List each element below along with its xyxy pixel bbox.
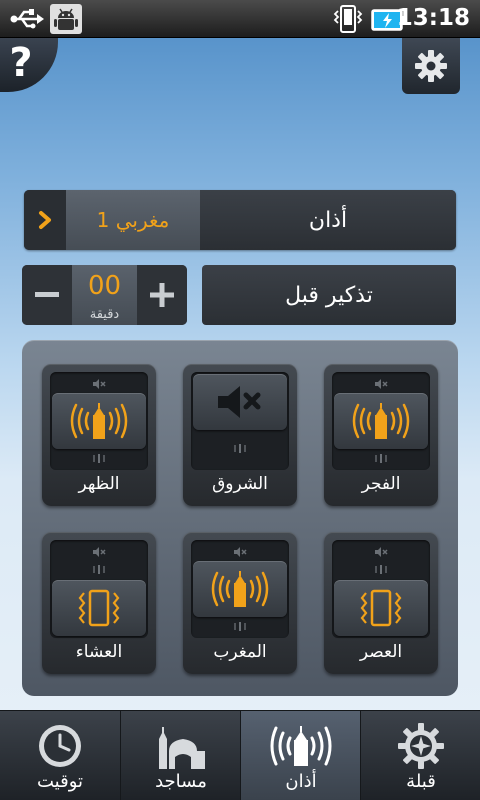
compass-icon [398,723,444,769]
mute-icon [218,386,261,418]
azan-icon [352,403,410,439]
azan-mini-icon [332,560,430,579]
prayer-label: العصر [359,642,403,662]
gear-icon [415,50,447,82]
prayer-settings-panel: الظهر الشروق الفجر العشاء المغرب العصر [22,340,458,696]
vibrate-mode-knob [334,580,428,636]
prayer-mode-slot [332,540,430,638]
azan-prev-button[interactable] [24,190,66,250]
azan-mode-knob [334,393,428,449]
bottom-navigation: توقيت مساجد أذان قبلة [0,710,480,800]
reminder-value-box: 00 دقيقة [72,265,137,325]
mute-mode-knob [193,374,287,430]
azan-icon [211,571,269,607]
tab-mosques[interactable]: مساجد [120,711,240,800]
azan-label: أذان [200,190,456,250]
usb-icon [10,9,44,29]
tab-azan[interactable]: أذان [240,711,360,800]
prayer-maghrib-toggle[interactable]: المغرب [183,532,297,674]
prayer-fajr-toggle[interactable]: الفجر [324,364,438,506]
azan-icon [70,403,128,439]
help-button[interactable]: ? [0,38,58,92]
help-icon: ? [9,40,33,86]
prayer-label: المغرب [213,642,267,662]
prayer-sunrise-toggle[interactable]: الشروق [183,364,297,506]
prayer-label: الشروق [212,474,268,494]
azan-mini-icon [191,439,289,458]
minus-icon [35,292,59,297]
azan-mini-icon [50,449,148,468]
mute-mini-icon [191,543,289,562]
tab-label: مساجد [155,771,207,792]
increment-button[interactable] [137,265,187,325]
prayer-label: الظهر [78,474,120,494]
reminder-stepper: 00 دقيقة [22,265,187,325]
azan-mode-knob [193,561,287,617]
chevron-left-icon [39,211,51,229]
settings-button[interactable] [402,38,460,94]
prayer-mode-slot [50,540,148,638]
plus-icon [150,283,174,307]
vibrate-icon [360,589,402,627]
prayer-label: الفجر [361,474,401,494]
vibrate-icon [78,589,120,627]
prayer-mode-slot [191,540,289,638]
status-time: 13:18 [396,5,470,31]
prayer-mode-slot [50,372,148,470]
azan-row: مغربي 1 أذان [24,190,456,250]
prayer-mode-slot [191,372,289,470]
mosque-icon [159,727,205,769]
azan-mini-icon [50,560,148,579]
azan-sound-selector[interactable]: مغربي 1 [66,190,200,250]
prayer-mode-slot [332,372,430,470]
clock-icon [39,725,81,767]
azan-mode-knob [52,393,146,449]
decrement-button[interactable] [22,265,72,325]
tab-timing[interactable]: توقيت [0,711,120,800]
mute-mini-icon [332,375,430,394]
tab-label: قبلة [406,771,436,792]
tab-qibla[interactable]: قبلة [360,711,480,800]
tab-label: توقيت [36,771,84,792]
prayer-label: العشاء [75,642,123,662]
azan-mini-icon [332,449,430,468]
phone-vibrate-icon [333,5,363,33]
reminder-unit: دقيقة [89,307,120,322]
mute-mini-icon [50,375,148,394]
azan-mini-icon [191,617,289,636]
vibrate-mode-knob [52,580,146,636]
status-bar: 13:18 [0,0,480,38]
prayer-isha-toggle[interactable]: العشاء [42,532,156,674]
tab-label: أذان [285,771,317,792]
prayer-asr-toggle[interactable]: العصر [324,532,438,674]
prayer-dhuhr-toggle[interactable]: الظهر [42,364,156,506]
azan-icon [270,726,332,766]
reminder-label: تذكير قبل [202,265,456,325]
android-debug-icon [50,4,82,34]
reminder-value: 00 [87,271,122,301]
